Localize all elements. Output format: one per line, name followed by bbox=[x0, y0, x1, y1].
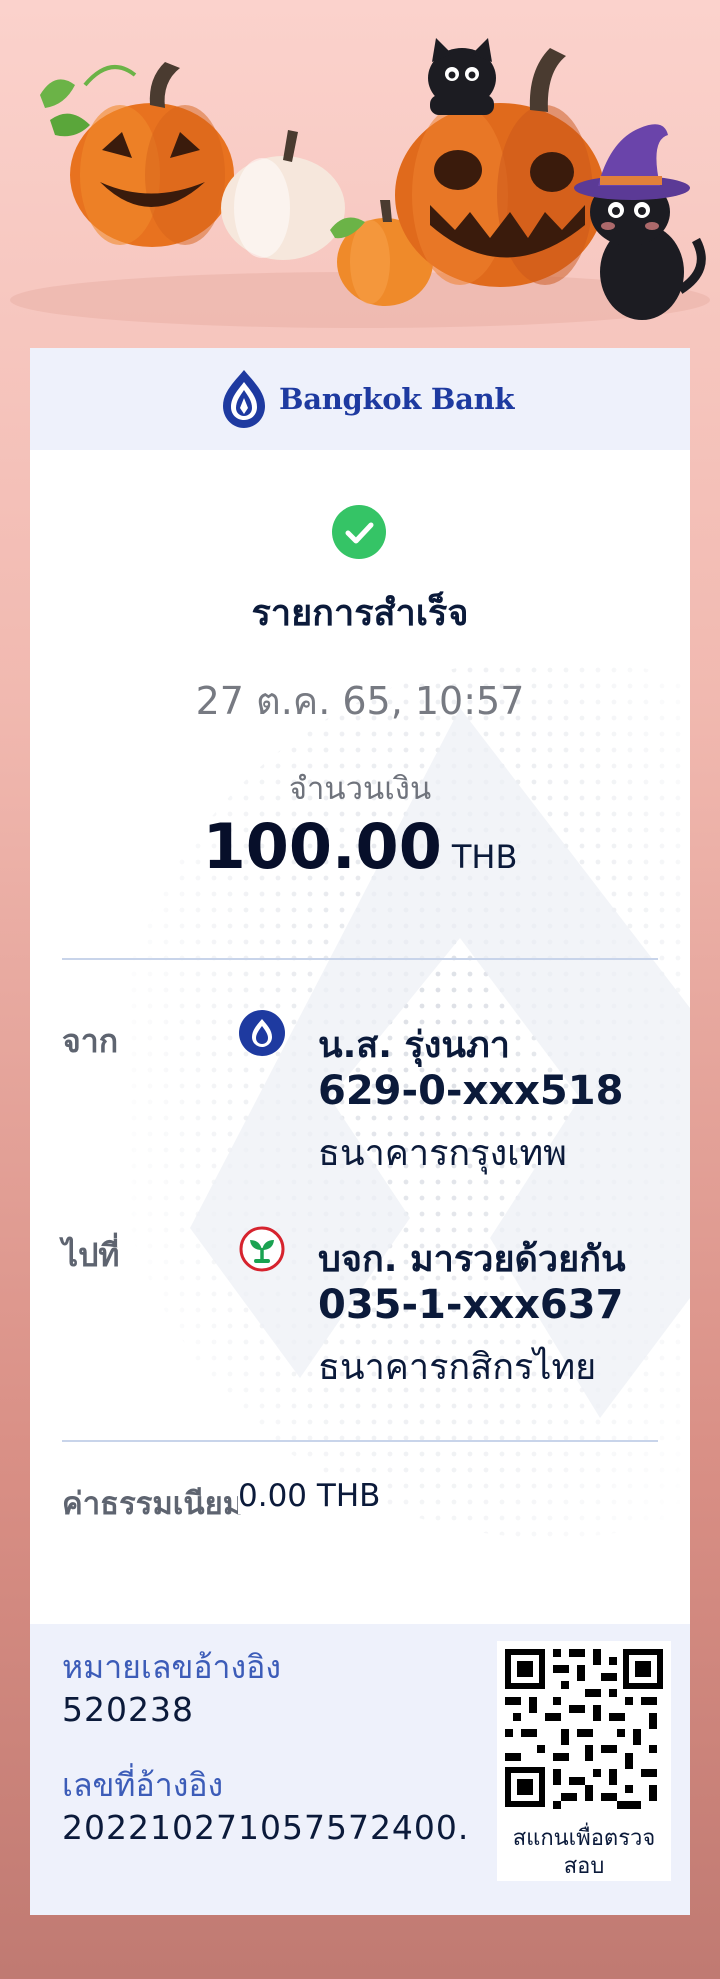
to-name: บจก. มารวยด้วยกัน bbox=[318, 1239, 626, 1280]
black-cat-top bbox=[428, 38, 496, 115]
from-bank: ธนาคารกรุงเทพ bbox=[318, 1133, 567, 1174]
bangkok-bank-logo: Bangkok Bank bbox=[221, 368, 514, 430]
check-circle-icon bbox=[332, 505, 386, 559]
transaction-datetime: 27 ต.ค. 65, 10:57 bbox=[195, 679, 525, 723]
divider-bottom bbox=[62, 1440, 658, 1442]
card-header: Bangkok Bank bbox=[30, 348, 690, 450]
ref1-value: 520238 bbox=[62, 1690, 194, 1729]
amount: 100.00 THB bbox=[30, 810, 690, 883]
reference-footer: หมายเลขอ้างอิง 520238 เลขที่อ้างอิง 2022… bbox=[30, 1624, 690, 1915]
qr-code-panel[interactable]: สแกนเพื่อตรวจ สอบ bbox=[497, 1641, 671, 1881]
qr-caption: สแกนเพื่อตรวจ สอบ bbox=[497, 1825, 671, 1881]
halloween-banner-illustration bbox=[10, 38, 710, 328]
jack-o-lantern-left bbox=[40, 62, 234, 247]
ref2-label: เลขที่อ้างอิง bbox=[62, 1766, 224, 1804]
fee-value: 0.00 THB bbox=[238, 1478, 381, 1514]
divider-top bbox=[62, 958, 658, 960]
fee-label: ค่าธรรมเนียม bbox=[62, 1486, 244, 1522]
bangkok-bank-lotus-icon bbox=[223, 370, 265, 428]
qr-caption-line1: สแกนเพื่อตรวจ bbox=[512, 1826, 656, 1851]
receipt-card: Bangkok Bank รายการสำเร็จ 27 ต.ค. 65, 10… bbox=[30, 348, 690, 1915]
amount-value: 100.00 bbox=[202, 810, 442, 883]
from-account: 629-0-xxx518 bbox=[318, 1068, 624, 1114]
amount-label: จำนวนเงิน bbox=[288, 771, 432, 807]
jack-o-lantern-right bbox=[395, 48, 605, 287]
ref2-value: 20221027105757240​0. bbox=[62, 1808, 470, 1847]
kasikorn-bank-icon bbox=[239, 1226, 285, 1272]
qr-code-icon bbox=[501, 1645, 667, 1811]
amount-currency: THB bbox=[451, 838, 518, 876]
to-bank: ธนาคารกสิกรไทย bbox=[318, 1347, 597, 1388]
white-pumpkin bbox=[221, 130, 345, 260]
qr-caption-line2: สอบ bbox=[563, 1854, 605, 1879]
from-name: น.ส. รุ่งนภา bbox=[318, 1025, 510, 1066]
to-label: ไปที่ bbox=[62, 1236, 120, 1274]
ref1-label: หมายเลขอ้างอิง bbox=[62, 1648, 281, 1686]
from-label: จาก bbox=[62, 1022, 119, 1060]
bank-name: Bangkok Bank bbox=[279, 382, 515, 416]
bangkok-bank-icon bbox=[239, 1010, 285, 1056]
to-account: 035-1-xxx637 bbox=[318, 1282, 624, 1328]
transaction-status: รายการสำเร็จ bbox=[251, 593, 469, 634]
